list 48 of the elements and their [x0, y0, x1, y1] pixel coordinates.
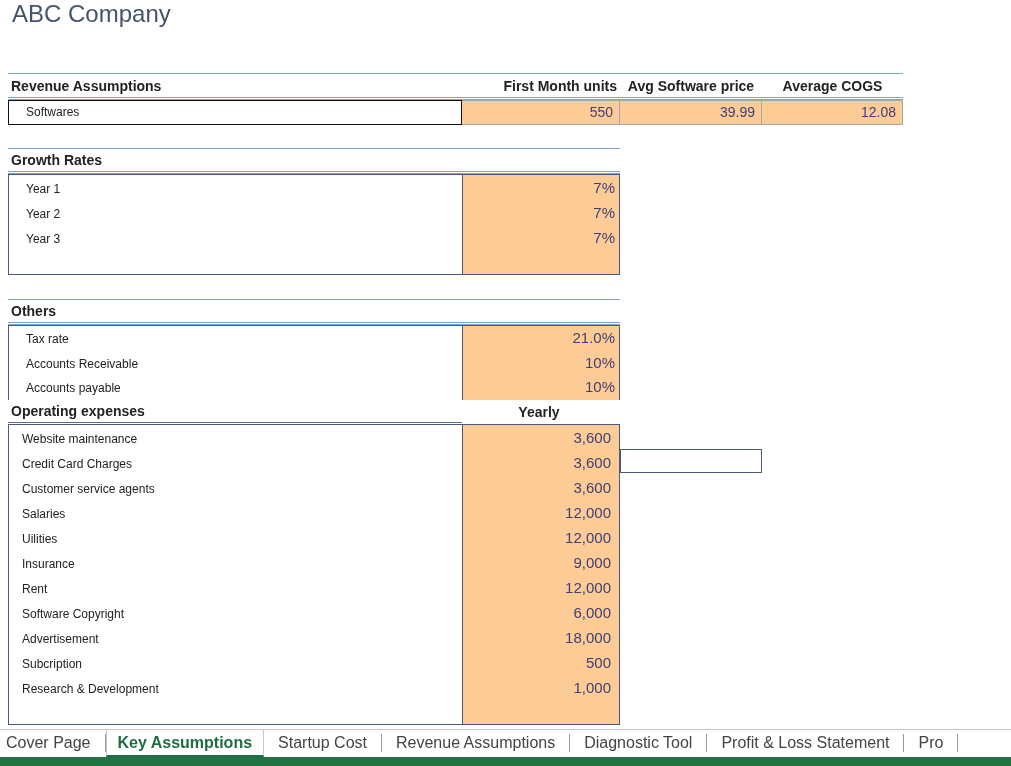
input-cell-text: 1,000 — [572, 677, 612, 698]
input-cell-text: 3,600 — [572, 427, 612, 448]
section-heading: Others — [10, 303, 58, 319]
column-header: Avg Software price — [626, 77, 756, 94]
input-cell-text: 12,000 — [564, 527, 612, 548]
row-label: Software Copyright — [22, 606, 125, 621]
row-label: Advertisement — [22, 631, 99, 646]
section-heading: Revenue Assumptions — [10, 77, 163, 94]
row-label: Subcription — [22, 656, 83, 671]
input-cell-text: 9,000 — [572, 552, 612, 573]
input-cell-text: 6,000 — [572, 602, 612, 623]
input-cell: 12.08 — [762, 100, 903, 125]
input-cell: 39.99 — [620, 100, 762, 125]
input-cell-text: 3,600 — [572, 477, 612, 498]
input-cell-text: 10% — [583, 352, 616, 373]
input-cell-text: 7% — [592, 178, 616, 198]
row-label: Accounts Receivable — [26, 356, 139, 371]
sheet-title: ABC Company — [12, 0, 171, 28]
input-cell: 550 — [462, 100, 620, 125]
row-label: Accounts payable — [26, 381, 121, 395]
input-cell-text: 10% — [583, 377, 616, 397]
input-cell-text: 7% — [592, 228, 616, 248]
input-cell-text: 500 — [584, 652, 612, 673]
column-header: Average COGS — [781, 77, 884, 94]
row-label: Year 3 — [26, 232, 61, 246]
row-label: Softwares — [8, 100, 462, 125]
section-heading: Operating expenses — [8, 400, 462, 423]
sheet-tab[interactable]: Key Assumptions — [105, 730, 265, 757]
column-header: First Month units — [502, 77, 618, 94]
section-heading: Growth Rates — [10, 152, 103, 168]
row-label: Insurance — [22, 556, 75, 571]
row-label: Research & Development — [22, 681, 159, 696]
row-label: Year 2 — [26, 207, 61, 221]
input-cell-text: 7% — [592, 203, 616, 223]
row-label: Salaries — [22, 506, 66, 521]
row-label: Year 1 — [26, 182, 61, 196]
row-label: Tax rate — [26, 332, 69, 346]
row-label: Customer service agents — [22, 481, 155, 496]
row-label: Uilities — [22, 531, 58, 546]
row-label: Credit Card Charges — [22, 456, 133, 471]
input-cell-text: 18,000 — [564, 627, 612, 648]
column-header: Yearly — [517, 403, 561, 420]
input-cell-text: 12,000 — [564, 577, 612, 598]
input-cell-text: 3,600 — [572, 452, 612, 473]
input-cell-text: 21.0% — [571, 328, 616, 348]
input-cell-text: 12,000 — [564, 502, 612, 523]
row-label: Rent — [22, 581, 48, 596]
row-label: Website maintenance — [22, 431, 138, 446]
